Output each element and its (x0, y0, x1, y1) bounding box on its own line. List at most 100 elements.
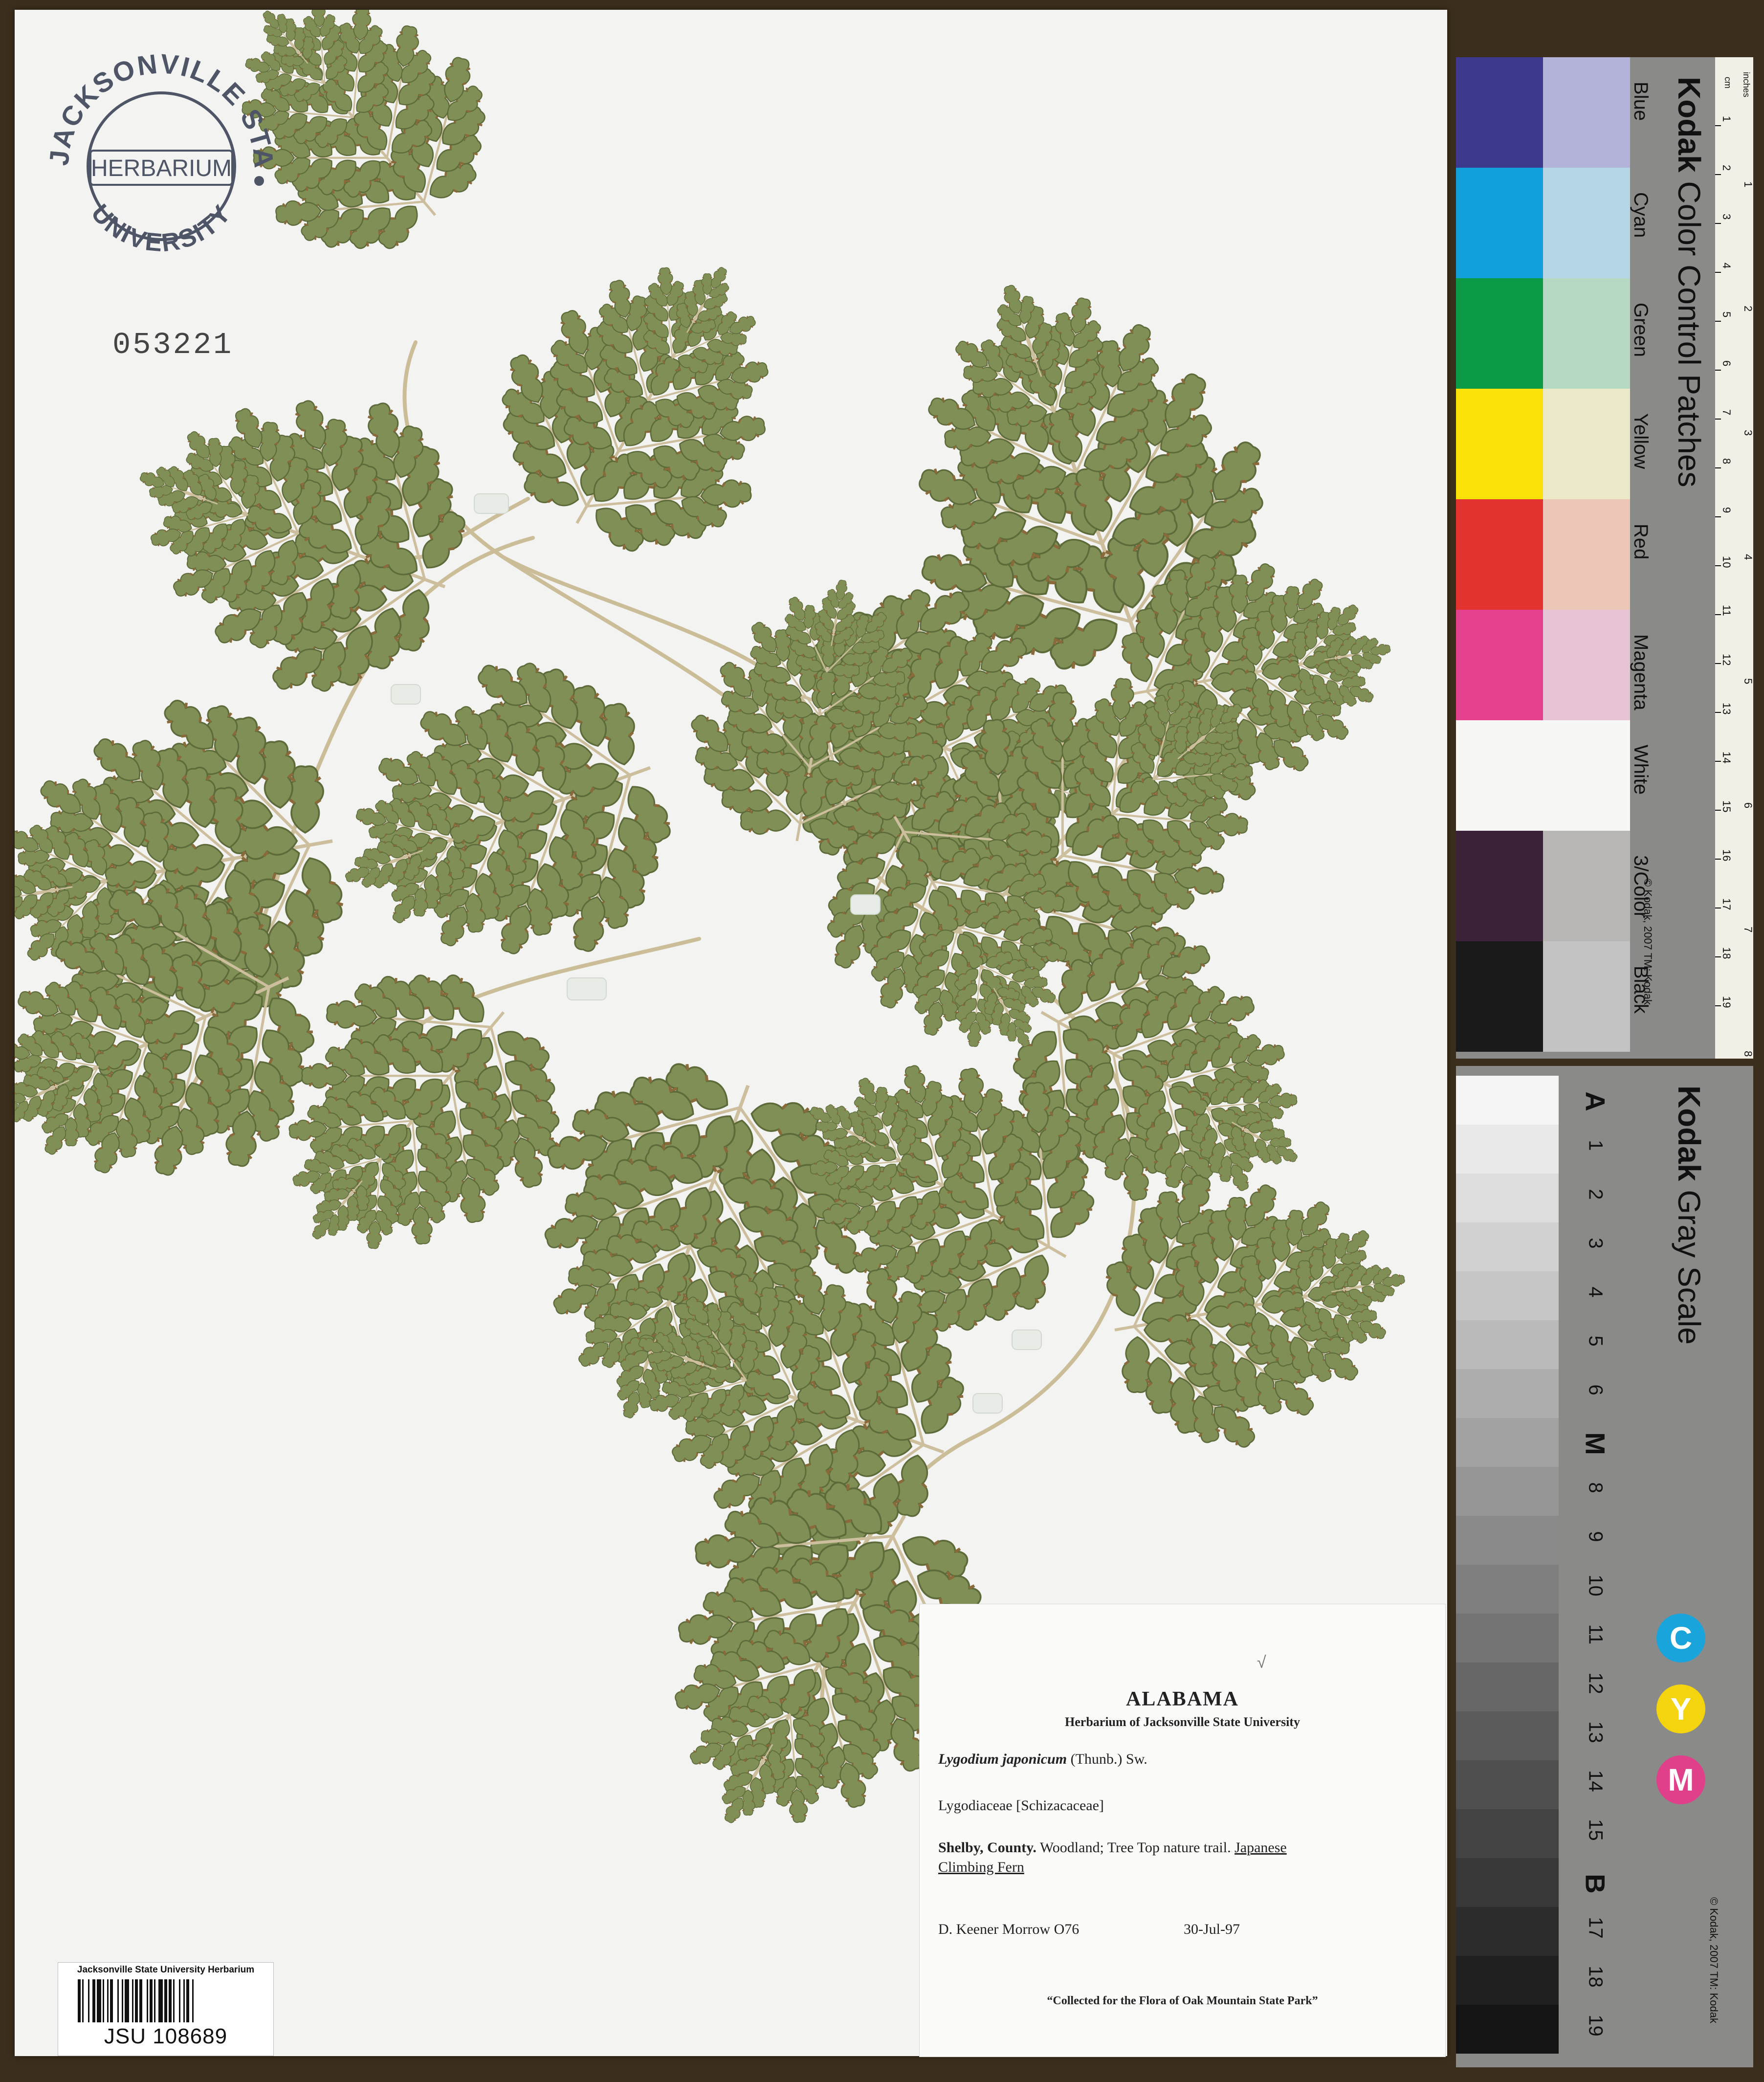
color-patch-dark (1456, 720, 1543, 831)
label-note: “Collected for the Flora of Oak Mountain… (1047, 1994, 1318, 2007)
barcode-bar (88, 1979, 89, 2022)
specimen-label: √ ALABAMA Herbarium of Jacksonville Stat… (919, 1604, 1446, 2057)
barcode-bar (169, 1979, 172, 2022)
gray-scale-brand: Kodak (1672, 1085, 1707, 1181)
gray-step-label: B (1580, 1874, 1611, 1894)
gray-step-label: M (1580, 1432, 1611, 1455)
barcode-bar (135, 1979, 138, 2022)
color-patch-dark (1456, 389, 1543, 499)
gray-step-label: 14 (1585, 1770, 1607, 1792)
barcode-bar (117, 1979, 119, 2022)
label-genus-species: Lygodium japonicum (938, 1751, 1067, 1767)
ruler-cm-label: 6 (1720, 360, 1733, 366)
color-patch-label: Cyan (1630, 192, 1652, 238)
color-patch-dark (1456, 278, 1543, 389)
ruler-inch-label: 3 (1742, 430, 1753, 436)
ruler-cm-label: 15 (1720, 800, 1733, 812)
label-state: ALABAMA (1126, 1688, 1239, 1710)
ruler-inch-label: 4 (1742, 554, 1753, 560)
gray-patch (1456, 1418, 1559, 1467)
barcode-title: Jacksonville State University Herbarium (77, 1965, 255, 1975)
ruler-cm-label: 19 (1720, 996, 1733, 1008)
gray-scale-name: Gray Scale (1672, 1190, 1707, 1345)
gray-step-label: 9 (1585, 1531, 1607, 1542)
color-patch-label: Blue (1630, 82, 1652, 121)
barcode-bar (132, 1979, 133, 2022)
gray-step-label: 17 (1585, 1917, 1607, 1939)
ruler-cm-label: 16 (1720, 849, 1733, 861)
herbarium-sheet: JACKSONVILLE STATE HERBARIUM UNIVERSITY … (15, 10, 1447, 2057)
gray-patch (1456, 1711, 1559, 1760)
ruler-inch-label: 6 (1742, 802, 1753, 808)
barcode-bar (186, 1979, 189, 2022)
gray-scale-title: Kodak Gray Scale (1671, 1085, 1707, 1345)
ruler-cm-label: 13 (1720, 703, 1733, 714)
label-collector: D. Keener Morrow O76 (938, 1921, 1080, 1937)
ruler-cm-label: 14 (1720, 752, 1733, 763)
color-patch-light (1543, 278, 1630, 389)
gray-step-label: 18 (1585, 1966, 1607, 1988)
barcode-bar (183, 1979, 185, 2022)
barcode-bar (110, 1979, 113, 2022)
barcode-bar (107, 1979, 109, 2022)
gray-patch (1456, 1662, 1559, 1711)
ruler-inch-label: 1 (1742, 181, 1753, 187)
color-card-name: Color Control Patches (1672, 181, 1707, 487)
color-patch-light (1543, 389, 1630, 499)
barcode-bars (78, 1979, 194, 2022)
color-patch-light (1543, 720, 1630, 831)
barcode-bar (103, 1979, 104, 2022)
measurement-ruler: inches cm 123456789101112131415161718191… (1715, 57, 1753, 1059)
gray-step-label: 1 (1585, 1140, 1607, 1151)
gray-patch (1456, 1858, 1559, 1907)
gray-step-label: 6 (1585, 1384, 1607, 1395)
color-patch-dark (1456, 610, 1543, 720)
ruler-cm-label: 18 (1720, 947, 1733, 959)
ruler-unit-cm: cm (1723, 77, 1733, 89)
barcode-bar (122, 1979, 123, 2022)
label-taxon: Lygodium japonicum (Thunb.) Sw. (938, 1751, 1147, 1768)
color-patch-dark (1456, 941, 1543, 1052)
gray-patch (1456, 1956, 1559, 2005)
color-card-brand: Kodak (1672, 77, 1707, 173)
gray-step-label: 11 (1585, 1624, 1607, 1645)
gray-patch (1456, 1809, 1559, 1858)
barcode-bar (173, 1979, 175, 2022)
ruler-cm-label: 2 (1720, 165, 1733, 171)
gray-patch (1456, 1076, 1559, 1125)
cym-marker: Y (1656, 1684, 1705, 1733)
color-patch-light (1543, 57, 1630, 168)
label-common-name-1: Japanese (1235, 1839, 1287, 1856)
color-patch-light (1543, 499, 1630, 610)
ruler-cm-label: 7 (1720, 409, 1733, 415)
label-locality: Shelby, County. Woodland; Tree Top natur… (938, 1838, 1408, 1877)
ruler-cm-label: 9 (1720, 507, 1733, 513)
barcode-bar (150, 1979, 153, 2022)
ruler-cm-label: 11 (1720, 605, 1733, 616)
ruler-inch-label: 2 (1742, 306, 1753, 311)
color-card-title: Kodak Color Control Patches (1671, 77, 1707, 487)
label-common-name-2: Climbing Fern (938, 1859, 1024, 1875)
label-herbarium: Herbarium of Jacksonville State Universi… (1065, 1715, 1300, 1729)
color-patch-dark (1456, 168, 1543, 278)
barcode-bar (179, 1979, 180, 2022)
gray-patch (1456, 1174, 1559, 1222)
ruler-inch-label: 5 (1742, 678, 1753, 684)
cym-marker: M (1656, 1755, 1705, 1804)
check-mark: √ (1257, 1653, 1266, 1672)
barcode-number: JSU 108689 (104, 2024, 228, 2048)
ruler-cm-label: 4 (1720, 263, 1733, 268)
color-patch-label: Red (1630, 524, 1652, 560)
barcode-bar (82, 1979, 84, 2022)
barcode-bar (164, 1979, 167, 2022)
barcode-bar (139, 1979, 142, 2022)
ruler-cm-label: 1 (1720, 116, 1733, 122)
color-patch-label: Green (1630, 303, 1652, 357)
label-date: 30-Jul-97 (1184, 1921, 1240, 1937)
gray-patch (1456, 1467, 1559, 1516)
barcode-bar (158, 1979, 163, 2022)
svg-text:JACKSONVILLE STATE: JACKSONVILLE STATE (34, 39, 280, 168)
gray-patch (1456, 1271, 1559, 1320)
gray-step-label: 15 (1585, 1819, 1607, 1841)
gray-patch (1456, 2005, 1559, 2054)
